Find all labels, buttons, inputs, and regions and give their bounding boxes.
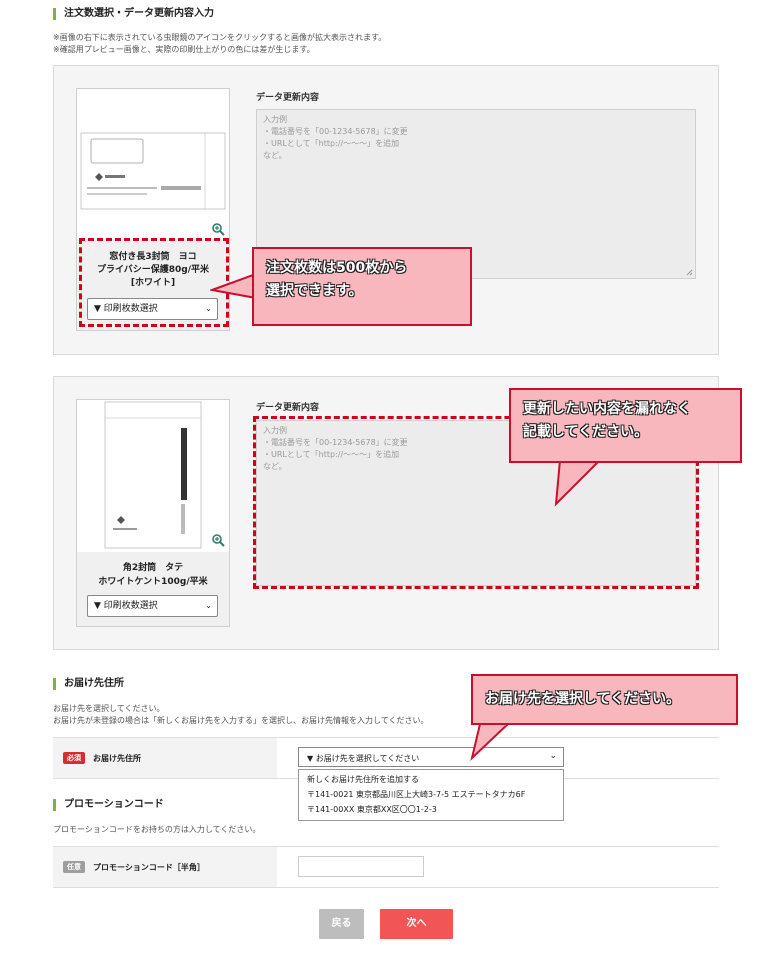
callout-quantity: 注文枚数は500枚から 選択できます。 — [252, 247, 472, 326]
quantity-highlight-box — [79, 238, 229, 327]
callout-text: 更新したい内容を漏れなく — [523, 401, 691, 417]
section-title-order: 注文数選択・データ更新内容入力 — [53, 8, 214, 20]
data-update-label-2: データ更新内容 — [256, 403, 320, 413]
callout-text: お届け先を選択してください。 — [485, 691, 681, 707]
select-label: ▼ 印刷枚数選択 — [94, 601, 158, 611]
product-info: 角2封筒 タテ ホワイトケント100g/平米 ▼ 印刷枚数選択 ⌄ — [77, 552, 229, 626]
promo-code-input[interactable] — [298, 856, 424, 877]
delivery-address-label: お届け先住所 — [93, 754, 141, 763]
product-thumbnail — [77, 400, 229, 552]
row-label-cell: 任意 プロモーションコード［半角］ — [53, 847, 277, 887]
product-card-2: 角2封筒 タテ ホワイトケント100g/平米 ▼ 印刷枚数選択 ⌄ — [76, 399, 230, 627]
product-name-line1: 角2封筒 タテ — [122, 563, 184, 573]
callout-pointer — [470, 722, 511, 762]
promo-note: プロモーションコードをお持ちの方は入力してください。 — [53, 825, 261, 834]
resize-handle-icon[interactable] — [686, 269, 693, 276]
callout-data-update: 更新したい内容を漏れなく 記載してください。 — [509, 388, 742, 463]
placeholder-line: 入力例 — [263, 115, 287, 124]
section-title-promo: プロモーションコード — [53, 799, 164, 811]
option-add-new-address[interactable]: 新しくお届け先住所を追加する — [299, 772, 563, 787]
select-label: ▼ お届け先を選択してください — [307, 754, 420, 763]
product-thumbnail — [77, 89, 229, 239]
option-address-1[interactable]: 〒141-0021 東京都品川区上大崎3-7-5 エステートタナカ6F — [299, 787, 563, 802]
product-name-line2: ホワイトケント100g/平米 — [98, 577, 208, 587]
section-title-delivery: お届け先住所 — [53, 678, 124, 690]
data-update-label-1: データ更新内容 — [256, 93, 320, 103]
callout-pointer — [210, 272, 256, 300]
callout-text: 注文枚数は500枚から — [266, 260, 408, 276]
delivery-note-1: お届け先を選択してください。 — [53, 704, 165, 713]
print-quantity-select-2[interactable]: ▼ 印刷枚数選択 ⌄ — [87, 595, 218, 617]
delivery-address-select[interactable]: ▼ お届け先を選択してください ⌄ — [298, 747, 564, 767]
callout-text: 選択できます。 — [266, 283, 363, 299]
optional-badge: 任意 — [63, 861, 85, 873]
next-button[interactable]: 次へ — [380, 909, 453, 939]
callout-pointer — [554, 458, 603, 507]
zoom-note: ※画像の右下に表示されている虫眼鏡のアイコンをクリックすると画像が拡大表示されま… — [53, 33, 387, 42]
chevron-down-icon: ⌄ — [549, 751, 557, 761]
option-address-2[interactable]: 〒141-00XX 東京都XX区〇〇1-2-3 — [299, 802, 563, 817]
row-label-cell: 必須 お届け先住所 — [53, 738, 277, 778]
callout-delivery: お届け先を選択してください。 — [471, 674, 738, 725]
color-note: ※確認用プレビュー画像と、実際の印刷仕上がりの色には差が生じます。 — [53, 45, 315, 54]
promo-code-label: プロモーションコード［半角］ — [93, 863, 205, 872]
zoom-magnifier-icon[interactable] — [211, 533, 225, 547]
chevron-down-icon: ⌄ — [205, 601, 212, 610]
delivery-note-2: お届け先が未登録の場合は「新しくお届け先を入力する」を選択し、お届け先情報を入力… — [53, 716, 429, 725]
placeholder-line: など。 — [263, 151, 287, 160]
zoom-magnifier-icon[interactable] — [211, 222, 225, 236]
delivery-options-list: 新しくお届け先住所を追加する 〒141-0021 東京都品川区上大崎3-7-5 … — [298, 769, 564, 821]
envelope-preview-image — [104, 401, 202, 549]
back-button[interactable]: 戻る — [319, 909, 364, 939]
envelope-preview-image — [80, 132, 226, 210]
required-badge: 必須 — [63, 752, 85, 764]
placeholder-line: ・URLとして「http://〜〜〜」を追加 — [263, 139, 400, 148]
placeholder-line: ・電話番号を「00-1234-5678」に変更 — [263, 127, 408, 136]
callout-text: 記載してください。 — [523, 424, 649, 440]
